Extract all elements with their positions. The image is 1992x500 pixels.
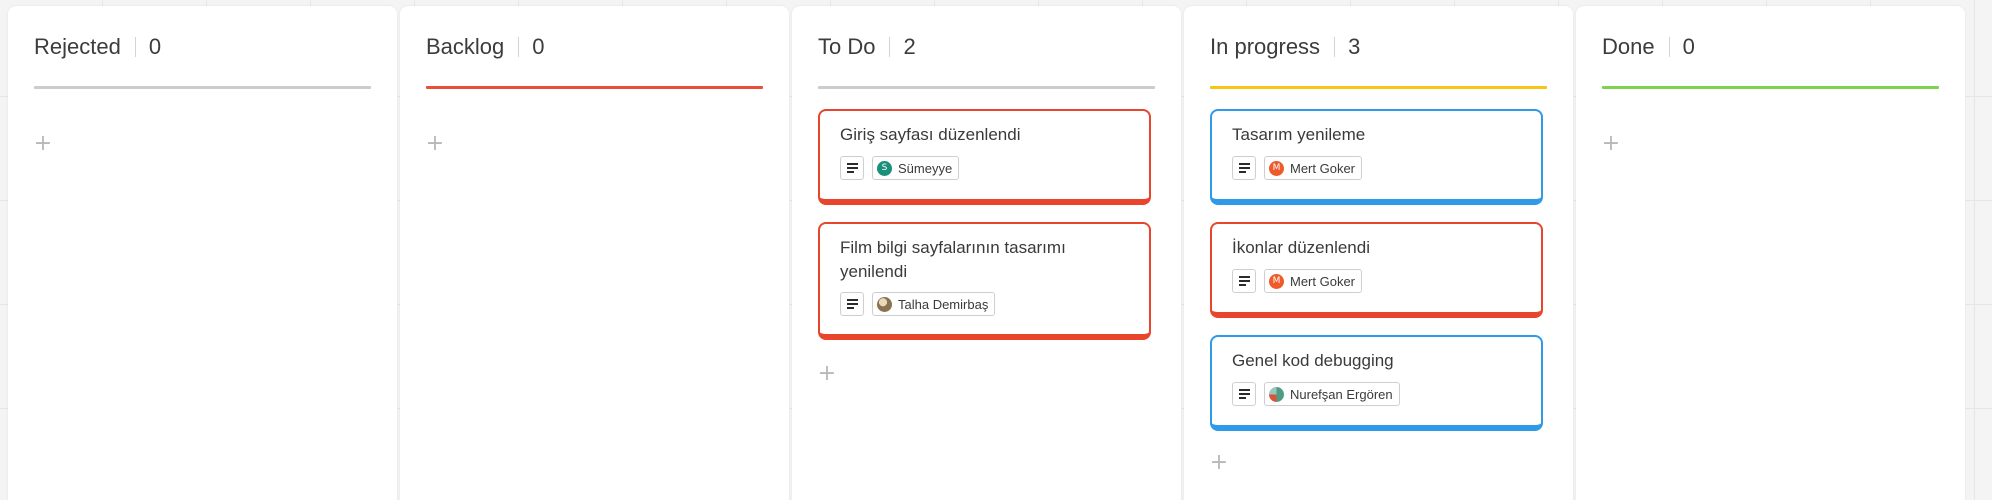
card-meta: M Mert Goker [1232, 268, 1363, 294]
assignee-name: Sümeyye [898, 160, 953, 176]
header-divider [518, 37, 520, 57]
task-card[interactable]: Genel kod debugging Nurefşan Ergören [1210, 335, 1543, 431]
task-card[interactable]: Tasarım yenileme M Mert Goker [1210, 109, 1543, 205]
column-header: In progress 3 [1210, 30, 1360, 64]
add-card-button[interactable]: + [424, 133, 446, 155]
add-card-button[interactable]: + [32, 133, 54, 155]
header-divider [134, 37, 136, 57]
column-count: 0 [532, 34, 545, 59]
card-meta: S Sümeyye [840, 155, 960, 181]
column-color-bar [426, 86, 763, 89]
description-lines-icon [840, 156, 864, 180]
column-count: 0 [1682, 34, 1695, 59]
column-in-progress: In progress 3 Tasarım yenileme M Mert Go… [1184, 6, 1573, 500]
card-meta: M Mert Goker [1232, 155, 1363, 181]
add-card-button[interactable]: + [1600, 133, 1622, 155]
column-title: Done [1602, 34, 1655, 59]
column-count: 2 [903, 34, 916, 59]
column-color-bar [818, 86, 1155, 89]
assignee-chip[interactable]: M Mert Goker [1264, 156, 1363, 180]
add-card-button[interactable]: + [816, 363, 838, 385]
column-title: To Do [818, 34, 876, 59]
assignee-name: Mert Goker [1290, 273, 1356, 289]
card-title: Film bilgi sayfalarının tasarımı yenilen… [840, 238, 1066, 281]
column-todo: To Do 2 Giriş sayfası düzenlendi S Sümey… [792, 6, 1181, 500]
description-lines-icon [1232, 156, 1256, 180]
avatar: M [1269, 273, 1284, 289]
column-count: 3 [1348, 34, 1361, 59]
avatar [1269, 386, 1284, 402]
column-title: Rejected [34, 34, 121, 59]
assignee-chip[interactable]: Nurefşan Ergören [1264, 382, 1400, 406]
column-title: Backlog [426, 34, 505, 59]
column-done: Done 0 + [1576, 6, 1965, 500]
column-header: To Do 2 [818, 30, 916, 64]
card-title: Genel kod debugging [1232, 351, 1394, 370]
column-header: Backlog 0 [426, 30, 545, 64]
header-divider [1668, 37, 1670, 57]
assignee-name: Nurefşan Ergören [1290, 386, 1393, 402]
kanban-board: Rejected 0 + Backlog 0 + To Do 2 Giriş s… [0, 0, 1992, 500]
column-rejected: Rejected 0 + [8, 6, 397, 500]
card-title: İkonlar düzenlendi [1232, 238, 1370, 257]
column-header: Done 0 [1602, 30, 1695, 64]
header-divider [1334, 37, 1336, 57]
description-lines-icon [1232, 382, 1256, 406]
card-title: Tasarım yenileme [1232, 125, 1366, 144]
column-backlog: Backlog 0 + [400, 6, 789, 500]
column-color-bar [1210, 86, 1547, 89]
column-color-bar [34, 86, 371, 89]
assignee-name: Talha Demirbaş [898, 296, 989, 312]
card-meta: Talha Demirbaş [840, 291, 996, 317]
card-meta: Nurefşan Ergören [1232, 381, 1400, 407]
card-title: Giriş sayfası düzenlendi [840, 125, 1021, 144]
column-color-bar [1602, 86, 1939, 89]
assignee-chip[interactable]: M Mert Goker [1264, 269, 1363, 293]
assignee-chip[interactable]: S Sümeyye [872, 156, 960, 180]
task-card[interactable]: İkonlar düzenlendi M Mert Goker [1210, 222, 1543, 318]
avatar: M [1269, 160, 1284, 176]
avatar [877, 296, 892, 312]
assignee-chip[interactable]: Talha Demirbaş [872, 292, 996, 316]
description-lines-icon [1232, 269, 1256, 293]
task-card[interactable]: Giriş sayfası düzenlendi S Sümeyye [818, 109, 1151, 205]
assignee-name: Mert Goker [1290, 160, 1356, 176]
header-divider [889, 37, 891, 57]
add-card-button[interactable]: + [1208, 452, 1230, 474]
column-count: 0 [148, 34, 162, 59]
task-card[interactable]: Film bilgi sayfalarının tasarımı yenilen… [818, 222, 1151, 340]
column-title: In progress [1210, 34, 1321, 59]
column-header: Rejected 0 [34, 30, 161, 64]
avatar: S [877, 160, 892, 176]
description-lines-icon [840, 292, 864, 316]
